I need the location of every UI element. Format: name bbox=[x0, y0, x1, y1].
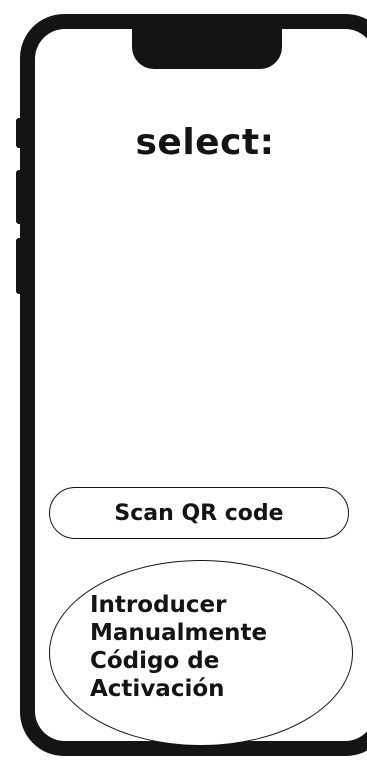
manual-line-2: Manualmente bbox=[90, 620, 268, 646]
manual-line-3: Código de bbox=[90, 648, 220, 674]
page: select: Scan QR code Introducer Manualme… bbox=[0, 0, 367, 761]
manual-code-label: Introducer Manualmente Código de Activac… bbox=[90, 591, 267, 703]
phone-screen: select: Scan QR code Introducer Manualme… bbox=[35, 27, 367, 746]
scan-qr-label: Scan QR code bbox=[114, 500, 284, 526]
page-title: select: bbox=[135, 122, 275, 163]
scan-qr-button[interactable]: Scan QR code bbox=[49, 487, 349, 539]
clip-area: select: Scan QR code Introducer Manualme… bbox=[0, 0, 367, 761]
phone-notch bbox=[132, 27, 282, 69]
manual-code-button[interactable]: Introducer Manualmente Código de Activac… bbox=[49, 560, 353, 746]
phone-frame: select: Scan QR code Introducer Manualme… bbox=[20, 14, 367, 756]
manual-line-4: Activación bbox=[90, 676, 225, 702]
manual-line-1: Introducer bbox=[90, 592, 227, 618]
